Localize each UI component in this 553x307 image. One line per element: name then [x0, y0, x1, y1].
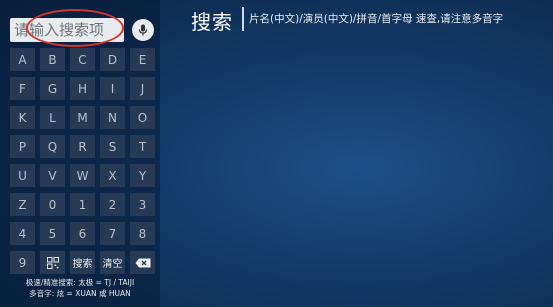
key-3[interactable]: 3 [130, 193, 155, 216]
hint-line-1: 极速/精准搜索: 太极 = TJ / TAIJI [25, 278, 135, 287]
key-t[interactable]: T [130, 135, 155, 158]
clear-button[interactable]: 清空 [100, 251, 125, 274]
key-j[interactable]: J [130, 77, 155, 100]
qr-code-icon [46, 256, 59, 269]
key-r[interactable]: R [70, 135, 95, 158]
delete-button[interactable] [130, 251, 155, 274]
key-u[interactable]: U [10, 164, 35, 187]
key-x[interactable]: X [100, 164, 125, 187]
key-n[interactable]: N [100, 106, 125, 129]
key-c[interactable]: C [70, 48, 95, 71]
key-z[interactable]: Z [10, 193, 35, 216]
backspace-icon [135, 258, 150, 267]
key-l[interactable]: L [40, 106, 65, 129]
title-divider [242, 7, 244, 31]
key-k[interactable]: K [10, 106, 35, 129]
key-o[interactable]: O [130, 106, 155, 129]
key-f[interactable]: F [10, 77, 35, 100]
key-g[interactable]: G [40, 77, 65, 100]
key-8[interactable]: 8 [130, 222, 155, 245]
key-v[interactable]: V [40, 164, 65, 187]
key-0[interactable]: 0 [40, 193, 65, 216]
key-1[interactable]: 1 [70, 193, 95, 216]
qr-code-button[interactable] [40, 251, 65, 274]
microphone-icon [138, 24, 148, 36]
key-a[interactable]: A [10, 48, 35, 71]
key-s[interactable]: S [100, 135, 125, 158]
key-q[interactable]: Q [40, 135, 65, 158]
key-e[interactable]: E [130, 48, 155, 71]
key-6[interactable]: 6 [70, 222, 95, 245]
key-2[interactable]: 2 [100, 193, 125, 216]
key-7[interactable]: 7 [100, 222, 125, 245]
search-button[interactable]: 搜索 [70, 251, 95, 274]
key-5[interactable]: 5 [40, 222, 65, 245]
voice-search-button[interactable] [132, 19, 154, 41]
page-subtitle: 片名(中文)/演员(中文)/拼音/首字母 速查,请注意多音字 [249, 13, 504, 25]
key-p[interactable]: P [10, 135, 35, 158]
key-i[interactable]: I [100, 77, 125, 100]
hint-line-2: 多音字: 炫 = XUAN 或 HUAN [29, 289, 131, 298]
key-y[interactable]: Y [130, 164, 155, 187]
key-h[interactable]: H [70, 77, 95, 100]
key-b[interactable]: B [40, 48, 65, 71]
key-9[interactable]: 9 [10, 251, 35, 274]
key-4[interactable]: 4 [10, 222, 35, 245]
key-m[interactable]: M [70, 106, 95, 129]
key-w[interactable]: W [70, 164, 95, 187]
search-input[interactable]: 请输入搜索项 [10, 18, 124, 42]
page-title: 搜索 [191, 10, 233, 34]
key-d[interactable]: D [100, 48, 125, 71]
